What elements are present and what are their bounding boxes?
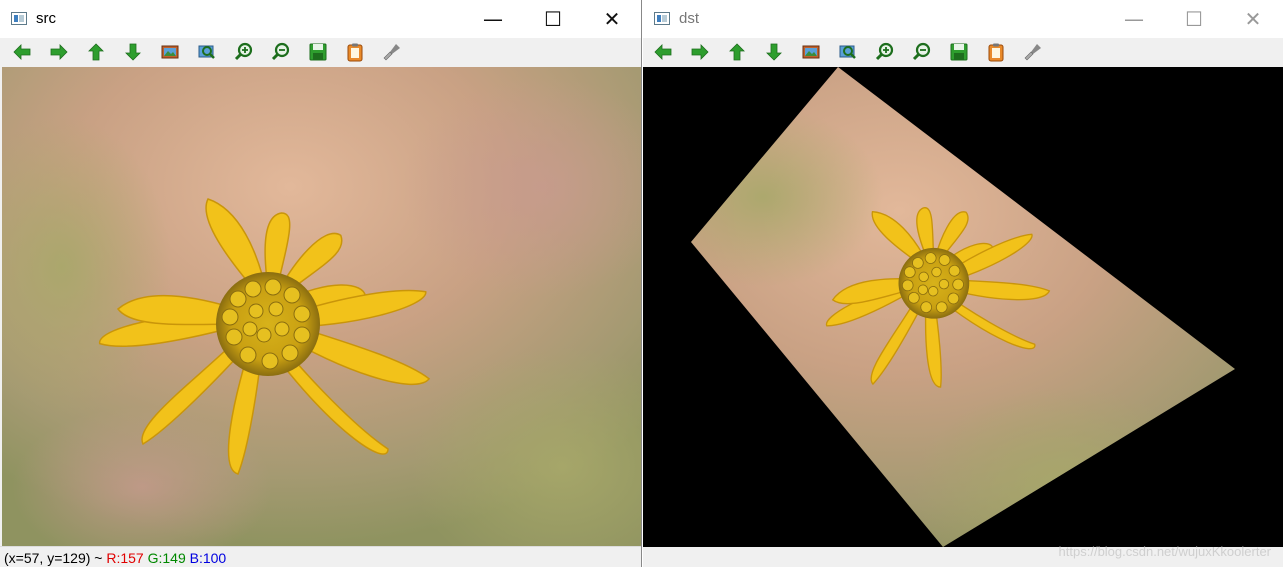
- maximize-button[interactable]: ☐: [530, 0, 576, 38]
- zoom-region-icon[interactable]: [196, 41, 218, 63]
- pan-up-icon[interactable]: [85, 41, 107, 63]
- pixel-info-readout: (x=57, y=129) ~ R:157 G:149 B:100: [4, 550, 226, 566]
- properties-icon[interactable]: [381, 41, 403, 63]
- zoom-fit-icon[interactable]: [800, 41, 822, 63]
- minimize-button[interactable]: —: [1111, 0, 1157, 38]
- properties-icon[interactable]: [1022, 41, 1044, 63]
- minimize-button[interactable]: —: [470, 0, 516, 38]
- src-statusbar: (x=57, y=129) ~ R:157 G:149 B:100: [0, 546, 641, 567]
- copy-clipboard-icon[interactable]: [985, 41, 1007, 63]
- close-button[interactable]: ✕: [589, 0, 635, 38]
- src-titlebar[interactable]: src — ☐ ✕: [0, 0, 641, 38]
- src-window-title: src: [36, 10, 56, 27]
- zoom-fit-icon[interactable]: [159, 41, 181, 63]
- dst-window-title: dst: [679, 10, 700, 27]
- cursor-coords: (x=57, y=129) ~: [4, 550, 107, 566]
- window-app-icon: [11, 12, 27, 25]
- dst-window: dst — ☐ ✕ https://blog.csdn.net/wujuxKko…: [643, 0, 1283, 567]
- pan-down-icon[interactable]: [763, 41, 785, 63]
- src-image-canvas[interactable]: [2, 67, 641, 546]
- pan-up-icon[interactable]: [726, 41, 748, 63]
- pan-left-icon[interactable]: [11, 41, 33, 63]
- save-icon[interactable]: [948, 41, 970, 63]
- watermark-text: https://blog.csdn.net/wujuxKkoolerter: [1058, 544, 1271, 559]
- zoom-out-icon[interactable]: [270, 41, 292, 63]
- save-icon[interactable]: [307, 41, 329, 63]
- dst-toolbar: [643, 38, 1283, 67]
- pan-right-icon[interactable]: [689, 41, 711, 63]
- pan-right-icon[interactable]: [48, 41, 70, 63]
- maximize-button[interactable]: ☐: [1171, 0, 1217, 38]
- close-button[interactable]: ✕: [1230, 0, 1276, 38]
- zoom-in-icon[interactable]: [233, 41, 255, 63]
- dst-rotated-image: [643, 67, 1283, 547]
- window-app-icon: [654, 12, 670, 25]
- src-window: src — ☐ ✕ (x=57, y=129) ~ R:157 G:149 B:…: [0, 0, 642, 567]
- pan-left-icon[interactable]: [652, 41, 674, 63]
- red-value: R:157: [106, 550, 144, 566]
- zoom-out-icon[interactable]: [911, 41, 933, 63]
- copy-clipboard-icon[interactable]: [344, 41, 366, 63]
- zoom-region-icon[interactable]: [837, 41, 859, 63]
- zoom-in-icon[interactable]: [874, 41, 896, 63]
- pan-down-icon[interactable]: [122, 41, 144, 63]
- dst-titlebar[interactable]: dst — ☐ ✕: [643, 0, 1283, 38]
- dst-image-canvas[interactable]: [643, 67, 1283, 547]
- green-value: G:149: [147, 550, 186, 566]
- src-toolbar: [0, 38, 641, 67]
- src-flower-image: [2, 67, 641, 546]
- blue-value: B:100: [189, 550, 227, 566]
